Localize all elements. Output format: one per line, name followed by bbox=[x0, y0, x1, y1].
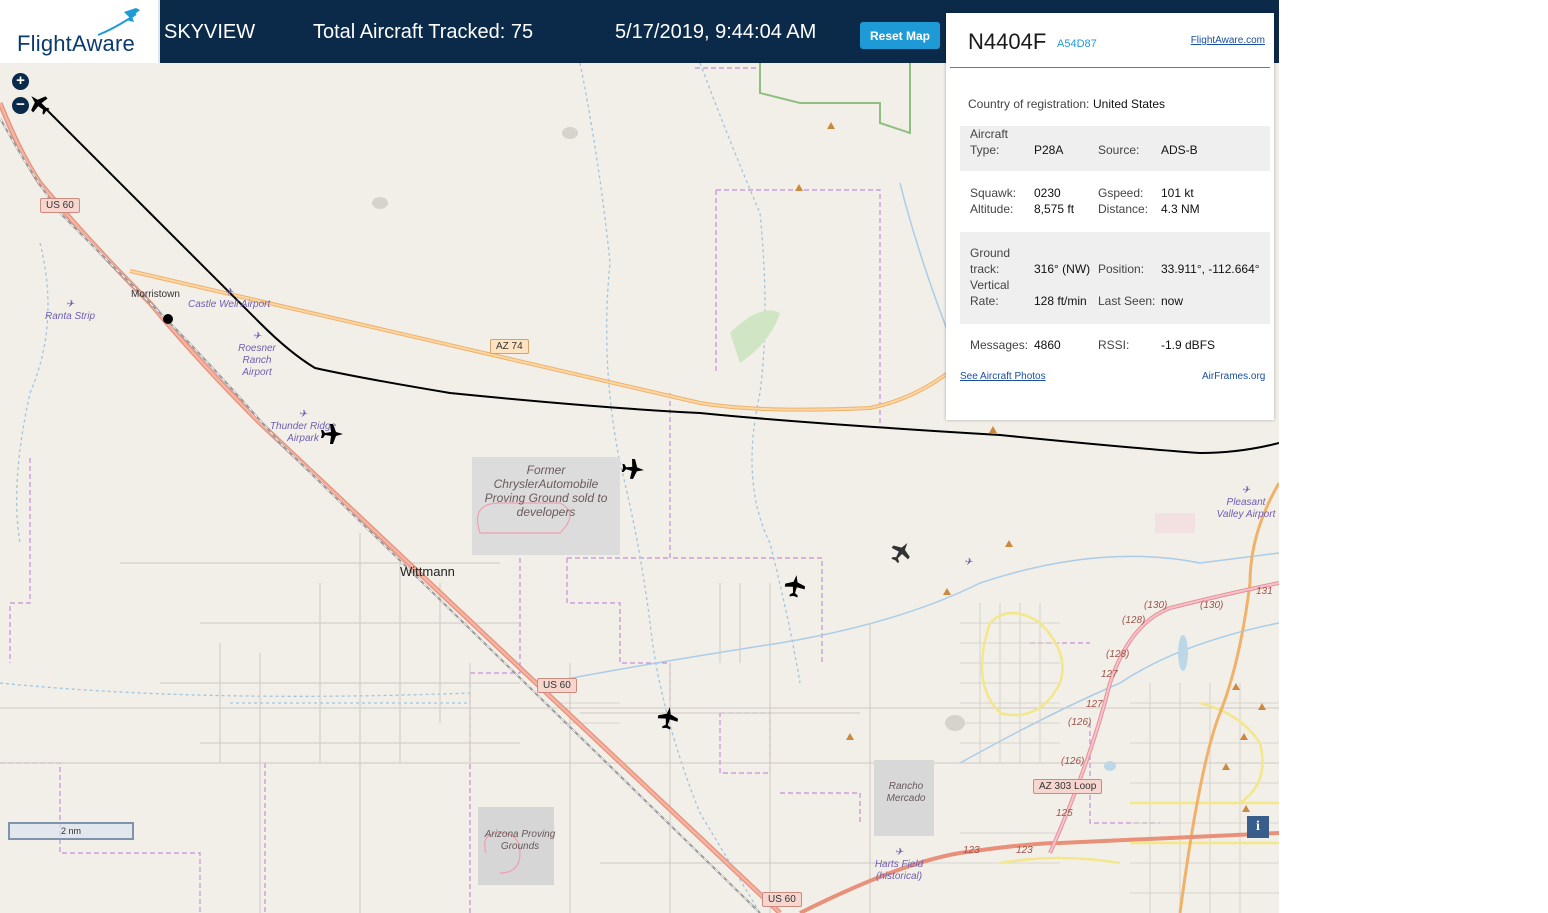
logo-text: FlightAware bbox=[17, 31, 135, 56]
aircraft-photos-link[interactable]: See Aircraft Photos bbox=[960, 371, 1046, 382]
reset-map-button[interactable]: Reset Map bbox=[860, 22, 940, 49]
aircraft-icon[interactable] bbox=[620, 456, 646, 482]
town-wittmann: Wittmann bbox=[400, 564, 455, 579]
road-shield-az303-loop: AZ 303 Loop bbox=[1033, 779, 1103, 794]
airframes-link[interactable]: AirFrames.org bbox=[1202, 371, 1265, 382]
road-number: 131 bbox=[1256, 586, 1273, 597]
ground-track-value: 316° (NW) bbox=[1034, 262, 1091, 276]
road-number: (130) bbox=[1144, 600, 1168, 611]
area-rancho-mercado: Rancho Mercado bbox=[886, 781, 926, 804]
road-number: (130) bbox=[1200, 600, 1224, 611]
road-number: (126) bbox=[1068, 717, 1092, 728]
airport-ranta-strip[interactable]: ✈ Ranta Strip bbox=[45, 299, 95, 323]
road-number: (128) bbox=[1106, 649, 1130, 660]
area-chrysler-proving-ground: Former ChryslerAutomobile Proving Ground… bbox=[484, 463, 608, 519]
flightaware-logo[interactable]: FlightAware bbox=[0, 0, 160, 63]
aircraft-icon-selected[interactable] bbox=[26, 91, 52, 117]
altitude-value: 8,575 ft bbox=[1034, 202, 1075, 216]
app-name: SKYVIEW bbox=[164, 21, 256, 43]
messages-value: 4860 bbox=[1034, 338, 1061, 352]
last-seen-value: now bbox=[1161, 294, 1184, 308]
total-aircraft-tracked: Total Aircraft Tracked: 75 bbox=[313, 21, 534, 43]
aircraft-icon[interactable] bbox=[319, 421, 345, 447]
messages-label: Messages: bbox=[970, 338, 1029, 352]
position-label: Position: bbox=[1098, 262, 1145, 276]
vertical-rate-value: 128 ft/min bbox=[1034, 294, 1087, 308]
map-scale-bar: 2 nm bbox=[8, 822, 134, 840]
gspeed-label: Gspeed: bbox=[1098, 186, 1144, 200]
airport-roesner-ranch[interactable]: ✈ Roesner Ranch Airport bbox=[232, 331, 282, 379]
country-value: United States bbox=[1093, 97, 1166, 111]
town-morristown: Morristown bbox=[131, 289, 180, 300]
ground-track-label: Ground track: bbox=[970, 246, 1011, 276]
aircraft-icon[interactable] bbox=[888, 539, 914, 565]
airport-pleasant-valley[interactable]: ✈ Pleasant Valley Airport bbox=[1214, 485, 1278, 521]
aircraft-icon[interactable] bbox=[782, 573, 808, 599]
road-number: 125 bbox=[1056, 808, 1073, 819]
zoom-out-button[interactable]: − bbox=[12, 97, 29, 114]
position-value: 33.911°, -112.664° bbox=[1161, 262, 1260, 276]
airport-castle-well[interactable]: ✈ Castle Well Airport bbox=[188, 287, 270, 311]
flightaware-link[interactable]: FlightAware.com bbox=[1191, 35, 1265, 46]
distance-label: Distance: bbox=[1098, 202, 1149, 216]
map-info-button[interactable]: i bbox=[1247, 816, 1269, 838]
skyview-app: FlightAware SKYVIEW Total Aircraft Track… bbox=[0, 0, 1279, 913]
aircraft-type-value: P28A bbox=[1034, 143, 1064, 157]
zoom-in-button[interactable]: + bbox=[12, 73, 29, 90]
road-number: 123 bbox=[963, 845, 980, 856]
road-number: 123 bbox=[1016, 845, 1033, 856]
aircraft-type-label: Aircraft Type: bbox=[970, 127, 1009, 157]
panel-divider bbox=[950, 67, 1270, 68]
airport-harts-field[interactable]: ✈ Harts Field (historical) bbox=[868, 847, 930, 883]
aircraft-info-panel: N4404F A54D87 FlightAware.com Country of… bbox=[946, 13, 1274, 420]
squawk-value: 0230 bbox=[1034, 186, 1061, 200]
aircraft-registration: N4404F bbox=[968, 29, 1047, 54]
gspeed-value: 101 kt bbox=[1161, 186, 1194, 200]
rssi-value: -1.9 dBFS bbox=[1161, 338, 1216, 352]
country-label: Country of registration: bbox=[968, 97, 1090, 111]
road-number: (128) bbox=[1122, 615, 1146, 626]
altitude-label: Altitude: bbox=[970, 202, 1014, 216]
airport-unnamed[interactable]: ✈ bbox=[964, 557, 972, 569]
source-label: Source: bbox=[1098, 143, 1140, 157]
last-seen-label: Last Seen: bbox=[1098, 294, 1156, 308]
rssi-label: RSSI: bbox=[1098, 338, 1130, 352]
road-shield-us60: US 60 bbox=[40, 198, 80, 213]
aircraft-hex-code: A54D87 bbox=[1057, 38, 1097, 50]
track-origin-dot bbox=[163, 314, 173, 324]
road-number: (126) bbox=[1061, 756, 1085, 767]
road-shield-us60: US 60 bbox=[537, 678, 577, 693]
vertical-rate-label: Vertical Rate: bbox=[970, 278, 1010, 308]
road-number: 127 bbox=[1086, 699, 1103, 710]
squawk-label: Squawk: bbox=[970, 186, 1017, 200]
source-value: ADS-B bbox=[1161, 143, 1198, 157]
distance-value: 4.3 NM bbox=[1161, 202, 1200, 216]
road-shield-us60: US 60 bbox=[762, 892, 802, 907]
road-shield-az74: AZ 74 bbox=[490, 339, 529, 354]
area-arizona-proving-grounds: Arizona Proving Grounds bbox=[484, 829, 556, 852]
aircraft-icon[interactable] bbox=[655, 705, 681, 731]
current-datetime: 5/17/2019, 9:44:04 AM bbox=[615, 21, 817, 43]
road-number: 127 bbox=[1101, 669, 1118, 680]
